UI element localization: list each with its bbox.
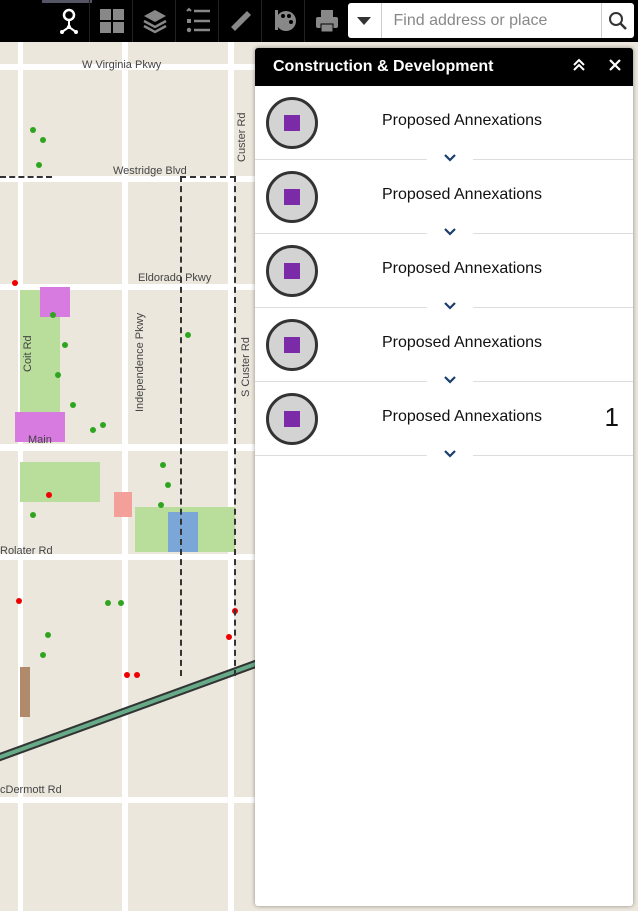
- toolbar: [0, 0, 638, 42]
- caret-down-icon: [357, 16, 372, 25]
- expand-button[interactable]: [425, 375, 475, 387]
- item-count: 1: [604, 402, 619, 432]
- about-icon: [59, 8, 78, 34]
- construction-panel: Construction & Development Proposed Anne…: [255, 48, 633, 906]
- list-item[interactable]: Proposed Annexations: [255, 234, 633, 313]
- search-button[interactable]: [600, 3, 635, 38]
- legend-button[interactable]: [177, 0, 219, 42]
- panel-title: Construction & Development: [273, 58, 494, 75]
- expand-button[interactable]: [425, 153, 475, 165]
- map-label: Westridge Blvd: [113, 165, 187, 177]
- expand-button[interactable]: [425, 227, 475, 239]
- item-label: Proposed Annexations: [381, 112, 543, 129]
- zoning-area: [114, 492, 132, 517]
- list-item[interactable]: Proposed Annexations 1: [255, 382, 633, 461]
- chevron-down-icon: [444, 376, 456, 384]
- panel-header: Construction & Development: [255, 48, 633, 86]
- map-label: W Virginia Pkwy: [82, 59, 162, 71]
- map-label: S Custer Rd: [240, 337, 252, 397]
- basemap-gallery-icon: [99, 9, 124, 33]
- map-label: Coit Rd: [22, 335, 34, 372]
- park: [20, 462, 100, 502]
- basemap-gallery-button[interactable]: [91, 0, 133, 42]
- map-label: Main: [28, 434, 52, 446]
- chevron-down-icon: [444, 228, 456, 236]
- list-item[interactable]: Proposed Annexations: [255, 308, 633, 387]
- close-button[interactable]: [597, 58, 633, 76]
- item-label: Proposed Annexations: [381, 260, 543, 277]
- close-icon: [609, 59, 621, 71]
- chevron-down-icon: [444, 450, 456, 458]
- legend-icon: [185, 7, 210, 33]
- layer-list-button[interactable]: [134, 0, 176, 42]
- expand-button[interactable]: [425, 449, 475, 461]
- map-label: Eldorado Pkwy: [138, 272, 212, 284]
- search-icon: [608, 11, 627, 30]
- draw-icon: [274, 10, 296, 31]
- item-label: Proposed Annexations: [381, 186, 543, 203]
- search-widget: [348, 3, 634, 38]
- search-input[interactable]: [381, 3, 601, 38]
- item-label: Proposed Annexations: [381, 408, 543, 425]
- item-label: Proposed Annexations: [381, 334, 543, 351]
- list-item[interactable]: Proposed Annexations: [255, 160, 633, 239]
- list-item[interactable]: Proposed Annexations: [255, 86, 633, 165]
- measurement-icon: [230, 11, 251, 31]
- chevron-down-icon: [444, 154, 456, 162]
- expand-button[interactable]: [425, 301, 475, 313]
- about-button[interactable]: [48, 0, 90, 42]
- collapse-button[interactable]: [561, 58, 597, 77]
- zoning-area: [20, 667, 30, 717]
- double-chevron-up-icon: [573, 58, 585, 71]
- map-label: Custer Rd: [236, 112, 248, 162]
- measurement-button[interactable]: [220, 0, 262, 42]
- map-label: cDermott Rd: [0, 784, 62, 796]
- map-label: Independence Pkwy: [134, 312, 146, 412]
- search-source-dropdown[interactable]: [348, 3, 382, 38]
- print-icon: [316, 10, 338, 33]
- map-label: Rolater Rd: [0, 545, 53, 557]
- highway: [0, 647, 292, 765]
- draw-button[interactable]: [263, 0, 305, 42]
- print-button[interactable]: [306, 0, 348, 42]
- layer-list-icon: [142, 10, 167, 34]
- chevron-down-icon: [444, 302, 456, 310]
